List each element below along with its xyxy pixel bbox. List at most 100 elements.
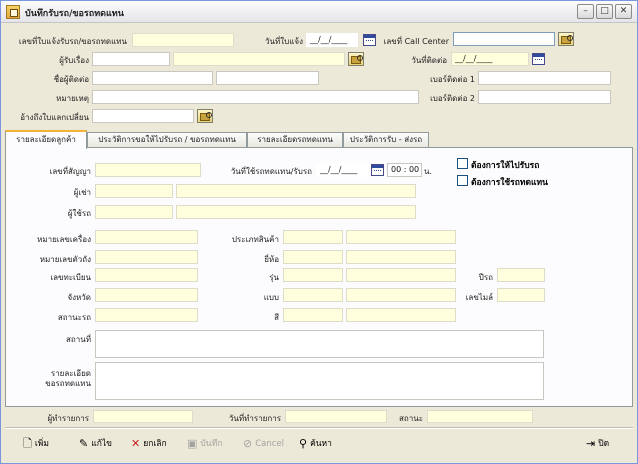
province-label: จังหวัด (67, 293, 91, 302)
product-type-name-field (346, 230, 456, 244)
replace-detail-field[interactable] (95, 362, 544, 400)
use-date-label: วันที่ใช้รถทดแทน/รับรถ (230, 167, 312, 176)
use-time-hour: 00 (391, 165, 402, 174)
edit-icon: ✎ (79, 436, 89, 450)
time-unit-label: น. (424, 167, 433, 176)
pickup-checkbox[interactable] (457, 158, 468, 169)
title-bar[interactable]: บันทึกรับรถ/ขอรถทดแทน – □ ✕ (1, 1, 637, 23)
call-center-label: เลขที่ Call Center (383, 37, 449, 46)
ref-exchange-label: อ้างถึงใบแลกเปลี่ยน (20, 113, 89, 122)
op-date-field (285, 410, 387, 423)
tab-pickup-history[interactable]: ประวัติการรับ - ส่งรถ (343, 132, 429, 148)
use-date-field[interactable]: __/__/____ (316, 163, 368, 177)
model-code-field[interactable] (283, 268, 343, 282)
contact-date-label: วันที่ติดต่อ (411, 56, 447, 65)
tab-request-history[interactable]: ประวัติการขอให้ไปรับรถ / ขอรถทดแทน (87, 132, 247, 148)
brand-label: ยี่ห้อ (264, 255, 279, 264)
ref-exchange-lookup-icon[interactable] (197, 109, 213, 123)
engine-no-field[interactable] (95, 230, 198, 244)
receiver-lookup-icon[interactable] (348, 52, 364, 66)
style-code-field[interactable] (283, 288, 343, 302)
chassis-no-label: หมายเลขตัวถัง (39, 255, 91, 264)
close-window-button[interactable]: ✕ (615, 4, 632, 19)
doc-no-field[interactable] (132, 33, 234, 47)
model-name-field (346, 268, 456, 282)
contact-date-field[interactable]: __/__/____ (451, 52, 529, 66)
contact-last-field[interactable] (216, 71, 319, 85)
phone2-label: เบอร์ติดต่อ 2 (430, 94, 475, 103)
contact-name-label: ชื่อผู้ติดต่อ (53, 75, 89, 84)
renter-name-field (176, 184, 416, 198)
renter-code-field[interactable] (95, 184, 173, 198)
plate-field[interactable] (95, 268, 198, 282)
close-button-label: ปิด (598, 439, 610, 449)
cancel-doc-button[interactable]: ✕ ยกเลิก (131, 437, 167, 451)
color-label: สี (274, 313, 279, 322)
receiver-name-field (173, 52, 345, 66)
ref-exchange-field[interactable] (92, 109, 194, 123)
binoculars-icon: ⚲ (299, 436, 308, 450)
tab-customer-detail[interactable]: รายละเอียดลูกค้า (5, 130, 87, 149)
use-time-minute: 00 (408, 165, 420, 174)
app-icon (6, 5, 20, 19)
delete-x-icon: ✕ (131, 436, 141, 450)
tab-replacement-detail[interactable]: รายละเอียดรถทดแทน (247, 132, 343, 148)
add-button-label: เพิ่ม (34, 439, 49, 449)
style-name-field (346, 288, 456, 302)
call-center-field[interactable] (453, 32, 555, 46)
brand-name-field (346, 250, 456, 264)
notify-date-label: วันที่ใบแจ้ง (265, 37, 303, 46)
chassis-no-field[interactable] (95, 250, 198, 264)
phone2-field[interactable] (478, 90, 611, 104)
window-title: บันทึกรับรถ/ขอรถทดแทน (25, 9, 124, 19)
maximize-button[interactable]: □ (596, 4, 613, 19)
color-name-field (346, 308, 456, 322)
edit-button[interactable]: ✎ แก้ไข (79, 437, 112, 451)
car-user-code-field[interactable] (95, 205, 173, 219)
car-user-label: ผู้ใช้รถ (67, 209, 91, 218)
save-button-label: บันทึก (200, 439, 223, 449)
replacement-checkbox[interactable] (457, 175, 468, 186)
remark-field[interactable] (92, 90, 419, 104)
model-label: รุ่น (269, 273, 279, 282)
remark-label: หมายเหตุ (56, 94, 89, 103)
brand-code-field[interactable] (283, 250, 343, 264)
notify-date-field[interactable]: __/__/____ (306, 33, 358, 47)
minimize-button[interactable]: – (577, 4, 594, 19)
product-type-code-field[interactable] (283, 230, 343, 244)
receiver-label: ผู้รับเรื่อง (59, 56, 89, 65)
notify-date-calendar-icon[interactable] (363, 34, 376, 46)
color-code-field[interactable] (283, 308, 343, 322)
replace-detail-label-2: ขอรถทดแทน (45, 379, 91, 388)
use-date-calendar-icon[interactable] (371, 164, 384, 176)
contact-first-field[interactable] (92, 71, 213, 85)
save-disk-icon: ▣ (187, 436, 198, 450)
call-center-lookup-icon[interactable] (558, 32, 574, 46)
add-button[interactable]: 🗋 เพิ่ม (23, 437, 49, 451)
close-button[interactable]: ⇥ ปิด (586, 437, 609, 451)
year-field[interactable] (497, 268, 545, 282)
mileage-field[interactable] (497, 288, 545, 302)
cancel-button-label: Cancel (255, 439, 285, 449)
contract-no-field[interactable] (95, 163, 201, 177)
receiver-code-field[interactable] (92, 52, 170, 66)
use-time-field[interactable]: 00 : 00 (387, 163, 422, 177)
location-field[interactable] (95, 330, 544, 358)
car-status-field[interactable] (95, 308, 198, 322)
search-button-label: ค้นหา (310, 439, 332, 449)
save-button[interactable]: ▣ บันทึก (187, 437, 222, 451)
location-label: สถานที่ (66, 335, 91, 344)
province-field[interactable] (95, 288, 198, 302)
state-label: สถานะ (399, 414, 423, 423)
year-label: ปีรถ (478, 273, 493, 282)
phone1-field[interactable] (478, 71, 611, 85)
cancel-button[interactable]: ⊘ Cancel (243, 437, 284, 451)
operator-field (93, 410, 193, 423)
doc-no-label: เลขที่ใบแจ้งรับรถ/ขอรถทดแทน (18, 37, 127, 46)
renter-label: ผู้เช่า (73, 188, 91, 197)
plate-label: เลขทะเบียน (50, 273, 91, 282)
contract-no-label: เลขที่สัญญา (49, 167, 91, 176)
contact-date-calendar-icon[interactable] (532, 53, 545, 65)
cancel-doc-button-label: ยกเลิก (143, 439, 167, 449)
search-button[interactable]: ⚲ ค้นหา (299, 437, 332, 451)
